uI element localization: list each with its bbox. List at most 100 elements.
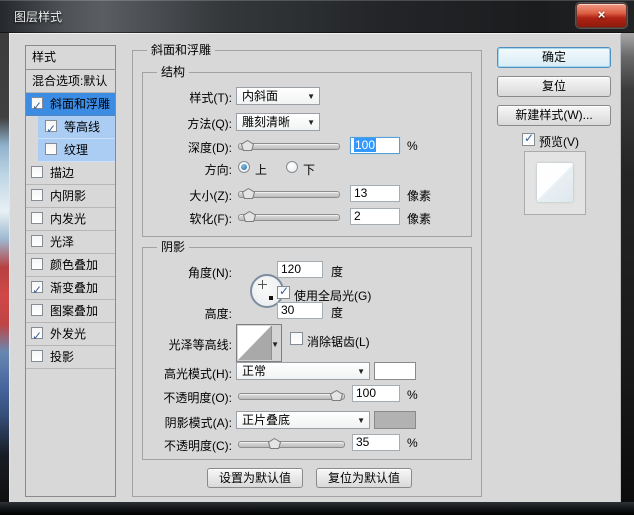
sidebar-item-label: 外发光 (50, 323, 86, 345)
shadow-color-swatch[interactable] (374, 411, 416, 429)
set-default-button[interactable]: 设置为默认值 (207, 468, 303, 488)
shadow-opacity-unit: % (407, 436, 418, 450)
title-bar[interactable]: 图层样式 × (0, 0, 634, 33)
mouse-crosshair-cursor (258, 280, 267, 289)
slider-thumb[interactable] (268, 438, 281, 449)
sidebar-item-label: 内发光 (50, 208, 86, 230)
sidebar-item-label: 图案叠加 (50, 300, 98, 322)
sidebar-item-gradient-overlay[interactable]: ✓ 渐变叠加 (26, 277, 115, 300)
new-style-button[interactable]: 新建样式(W)... (497, 105, 611, 126)
direction-label: 方向: (140, 161, 232, 178)
style-dropdown[interactable]: 内斜面 ▼ (236, 87, 320, 105)
checkbox-icon[interactable]: ✓ (31, 304, 43, 316)
angle-input[interactable]: 120 (277, 261, 323, 278)
styles-sidebar: 样式 混合选项:默认 ✓ 斜面和浮雕 ✓ 等高线 ✓ 纹理 ✓ 描边 ✓ 内阴影… (25, 45, 116, 497)
altitude-label: 高度: (140, 305, 232, 322)
shadow-opacity-input[interactable]: 35 (352, 434, 400, 451)
preview-checkbox[interactable]: ✓ (522, 133, 535, 146)
chevron-down-icon: ▼ (307, 92, 315, 101)
check-icon: ✓ (32, 325, 42, 346)
size-slider[interactable] (238, 188, 340, 200)
highlight-opacity-label: 不透明度(O): (140, 389, 232, 406)
ok-button[interactable]: 确定 (497, 47, 611, 68)
checkbox-icon[interactable]: ✓ (45, 120, 57, 132)
angle-input-value: 120 (281, 262, 301, 276)
angle-dial-dot (269, 296, 273, 300)
sidebar-header: 样式 (26, 46, 115, 70)
check-icon: ✓ (279, 284, 289, 298)
chevron-down-icon: ▼ (357, 367, 365, 376)
sidebar-item-color-overlay[interactable]: ✓ 颜色叠加 (26, 254, 115, 277)
soften-slider[interactable] (238, 211, 340, 223)
sidebar-item-texture[interactable]: ✓ 纹理 (38, 139, 115, 162)
highlight-color-swatch[interactable] (374, 362, 416, 380)
checkbox-icon[interactable]: ✓ (31, 189, 43, 201)
sidebar-item-outer-glow[interactable]: ✓ 外发光 (26, 323, 115, 346)
direction-down-radio[interactable] (286, 161, 298, 173)
sidebar-item-pattern-overlay[interactable]: ✓ 图案叠加 (26, 300, 115, 323)
layer-style-dialog: 图层样式 × 样式 混合选项:默认 ✓ 斜面和浮雕 ✓ 等高线 ✓ 纹理 ✓ 描… (0, 0, 634, 515)
depth-input[interactable]: 100 (350, 137, 400, 154)
soften-label: 软化(F): (140, 210, 232, 227)
checkbox-icon[interactable]: ✓ (31, 258, 43, 270)
technique-dropdown[interactable]: 雕刻清晰 ▼ (236, 113, 320, 131)
angle-unit: 度 (331, 263, 343, 280)
sidebar-item-label: 斜面和浮雕 (50, 93, 110, 115)
highlight-opacity-value: 100 (356, 386, 376, 400)
sidebar-item-contour[interactable]: ✓ 等高线 (38, 116, 115, 139)
sidebar-item-inner-shadow[interactable]: ✓ 内阴影 (26, 185, 115, 208)
checkbox-icon[interactable]: ✓ (31, 235, 43, 247)
depth-slider[interactable] (238, 140, 340, 152)
highlight-mode-dropdown[interactable]: 正常 ▼ (236, 362, 370, 380)
checkbox-icon[interactable]: ✓ (45, 143, 57, 155)
window-title: 图层样式 (14, 8, 62, 25)
slider-thumb[interactable] (242, 188, 255, 199)
sidebar-item-drop-shadow[interactable]: ✓ 投影 (26, 346, 115, 369)
sidebar-item-satin[interactable]: ✓ 光泽 (26, 231, 115, 254)
size-label: 大小(Z): (140, 187, 232, 204)
gloss-contour-picker[interactable]: ▼ (236, 324, 282, 362)
sidebar-item-inner-glow[interactable]: ✓ 内发光 (26, 208, 115, 231)
sidebar-item-stroke[interactable]: ✓ 描边 (26, 162, 115, 185)
checkbox-icon[interactable]: ✓ (31, 212, 43, 224)
technique-dropdown-value: 雕刻清晰 (242, 115, 290, 129)
direction-up-radio[interactable] (238, 161, 250, 173)
shadow-opacity-slider[interactable] (238, 438, 345, 450)
sidebar-item-bevel-emboss[interactable]: ✓ 斜面和浮雕 (26, 93, 115, 116)
slider-thumb[interactable] (241, 140, 254, 151)
window-frame-bottom (0, 502, 634, 515)
shadow-mode-dropdown[interactable]: 正片叠底 ▼ (236, 411, 370, 429)
checkbox-icon[interactable]: ✓ (31, 166, 43, 178)
antialias-checkbox[interactable]: ✓ (290, 332, 303, 345)
window-frame-left (0, 33, 9, 502)
style-preview-thumbnail (524, 151, 586, 215)
technique-label: 方法(Q): (140, 115, 232, 132)
sidebar-item-label: 纹理 (64, 139, 88, 161)
close-button[interactable]: × (576, 3, 627, 28)
panel-title: 斜面和浮雕 (147, 43, 215, 57)
altitude-input[interactable]: 30 (277, 302, 323, 319)
slider-thumb[interactable] (243, 211, 256, 222)
checkbox-icon[interactable]: ✓ (31, 350, 43, 362)
structure-title: 结构 (157, 65, 189, 79)
checkbox-icon[interactable]: ✓ (31, 97, 43, 109)
reset-default-button[interactable]: 复位为默认值 (316, 468, 412, 488)
highlight-opacity-input[interactable]: 100 (352, 385, 400, 402)
size-input[interactable]: 13 (350, 185, 400, 202)
global-light-checkbox[interactable]: ✓ (277, 286, 290, 299)
sidebar-item-blending-options[interactable]: 混合选项:默认 (26, 70, 115, 93)
reset-button[interactable]: 复位 (497, 76, 611, 97)
sidebar-item-label: 描边 (50, 162, 74, 184)
soften-unit: 像素 (407, 210, 431, 227)
checkbox-icon[interactable]: ✓ (31, 327, 43, 339)
slider-thumb[interactable] (330, 390, 343, 401)
window-frame-right (621, 33, 634, 502)
soften-input[interactable]: 2 (350, 208, 400, 225)
highlight-opacity-slider[interactable] (238, 390, 345, 402)
checkbox-icon[interactable]: ✓ (31, 281, 43, 293)
shadow-mode-label: 阴影模式(A): (140, 414, 232, 431)
sidebar-item-label: 光泽 (50, 231, 74, 253)
highlight-opacity-unit: % (407, 388, 418, 402)
size-unit: 像素 (407, 187, 431, 204)
sidebar-item-label: 等高线 (64, 116, 100, 138)
